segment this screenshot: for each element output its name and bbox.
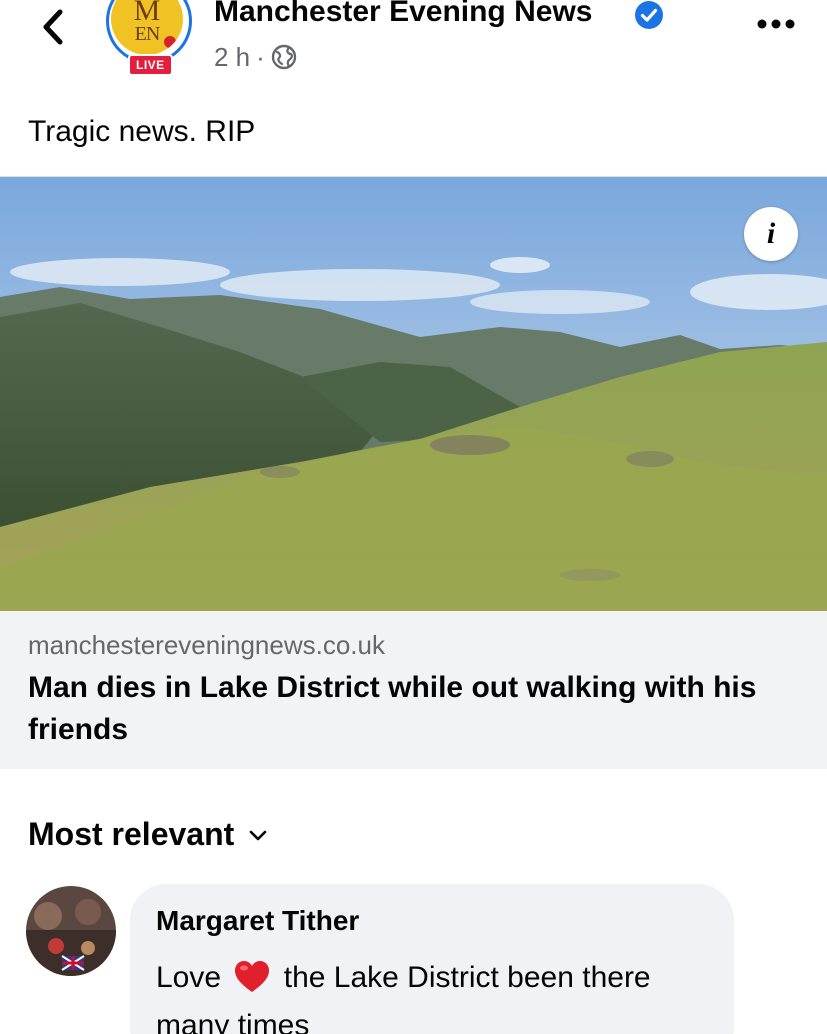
page-avatar[interactable]: M EN LIVE <box>104 0 196 78</box>
page-name[interactable]: Manchester Evening News <box>214 0 592 30</box>
comment-sort-dropdown[interactable]: Most relevant <box>28 814 268 854</box>
commenter-avatar[interactable] <box>26 886 116 976</box>
more-horizontal-icon <box>757 19 795 29</box>
link-preview-image <box>0 177 827 611</box>
ad-info-button[interactable]: i <box>744 207 798 261</box>
red-heart-emoji <box>235 961 270 992</box>
comment-bubble: Margaret Tither Love the Lake District b… <box>130 884 734 1034</box>
live-badge: LIVE <box>128 54 173 76</box>
commenter-name[interactable]: Margaret Tither <box>156 904 708 938</box>
link-title: Man dies in Lake District while out walk… <box>28 671 757 746</box>
meta-separator: · <box>256 41 265 72</box>
logo-red-dot <box>164 36 176 48</box>
verified-badge-icon <box>635 1 663 29</box>
globe-icon <box>271 44 297 70</box>
comment-text: Love the Lake District been there many t… <box>156 954 716 1034</box>
logo-letter-m: M <box>133 0 161 27</box>
sort-label: Most relevant <box>28 816 235 852</box>
post-caption: Tragic news. RIP <box>28 115 256 148</box>
post-meta: 2 h · <box>214 40 297 74</box>
comment-item: Margaret Tither Love the Lake District b… <box>0 884 827 1034</box>
link-domain: manchestereveningnews.co.uk <box>28 630 385 660</box>
comment-text-before: Love <box>156 961 222 994</box>
link-meta: manchestereveningnews.co.uk Man dies in … <box>0 611 827 769</box>
back-button[interactable] <box>34 6 74 50</box>
post-timestamp[interactable]: 2 h <box>214 42 250 73</box>
chevron-left-icon <box>43 9 63 45</box>
post-header: M EN LIVE Manchester Evening News 2 h · <box>0 0 827 100</box>
chevron-down-icon <box>249 830 267 841</box>
more-options-button[interactable] <box>754 14 798 34</box>
comment-text-after: the Lake District been there many times <box>156 961 651 1034</box>
link-preview-card[interactable]: i manchestereveningnews.co.uk Man dies i… <box>0 176 827 769</box>
